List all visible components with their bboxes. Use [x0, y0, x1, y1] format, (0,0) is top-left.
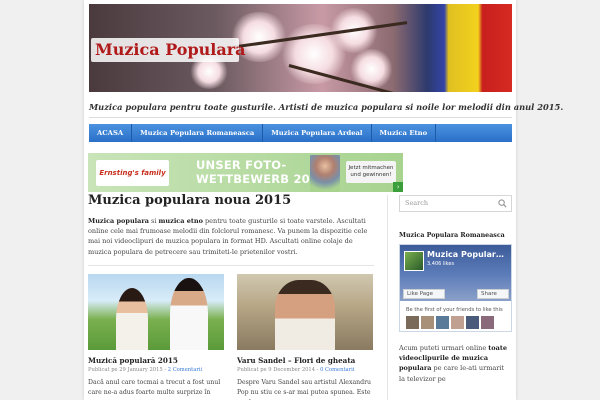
photo-figure	[116, 288, 148, 350]
ad-banner[interactable]: Ernsting's family UNSER FOTO- WETTBEWERB…	[88, 153, 403, 192]
sidebar-divider	[387, 195, 388, 400]
nav-item-muzica-etno[interactable]: Muzica Etno	[372, 124, 437, 142]
fb-friend-avatar[interactable]	[436, 316, 449, 329]
fb-friends-text: Be the first of your friends to like thi…	[406, 307, 503, 313]
search-placeholder: Search	[405, 199, 429, 207]
fb-share-button[interactable]: Share	[477, 289, 509, 299]
comments-link[interactable]: 2 Comentarii	[168, 367, 202, 373]
sidebar-text: Acum puteti urmari online toate videocli…	[399, 343, 512, 384]
fb-page-name[interactable]: Muzica Popular…	[427, 250, 504, 259]
ad-logo: Ernsting's family	[96, 160, 169, 186]
nav-item-muzica-populara-ardeal[interactable]: Muzica Populara Ardeal	[263, 124, 372, 142]
fb-likes-count: 3,406 likes	[427, 261, 455, 267]
nav-item-acasa[interactable]: ACASA	[89, 124, 133, 142]
post-meta: Publicat pe 9 December 2014 - 0 Comentar…	[237, 367, 354, 373]
divider	[88, 265, 374, 266]
intro-keyword-muzica-etno[interactable]: muzica etno	[159, 217, 203, 225]
fb-like-button[interactable]: Like Page	[403, 289, 445, 299]
post-thumbnail[interactable]	[88, 274, 224, 350]
photo-figure	[275, 280, 335, 350]
main-nav: ACASA Muzica Populara Romaneasca Muzica …	[89, 124, 512, 142]
ad-cta-line2: und gewinnen!	[350, 172, 392, 178]
post-excerpt: Dacă anul care tocmai a trecut a fost un…	[88, 379, 221, 400]
ad-headline: UNSER FOTO- WETTBEWERB 2016	[196, 158, 326, 186]
post-meta: Publicat pe 29 January 2015 - 2 Comentar…	[88, 367, 202, 373]
post-date: Publicat pe 29 January 2015 -	[88, 367, 168, 373]
facebook-widget[interactable]: Muzica Popular… 3,406 likes Like Page Sh…	[399, 244, 512, 332]
fb-friend-avatar[interactable]	[406, 316, 419, 329]
chevron-right-icon[interactable]: ›	[393, 182, 403, 192]
intro-keyword-muzica-populara[interactable]: Muzica populara	[88, 217, 149, 225]
page-title: Muzica populara noua 2015	[88, 193, 292, 208]
post-thumbnail[interactable]	[237, 274, 373, 350]
sidebar-text-part: Acum puteti urmari online	[399, 344, 489, 352]
site-tagline: Muzica populara pentru toate gusturile. …	[89, 102, 564, 112]
post-title-link[interactable]: Muzică populară 2015	[88, 356, 178, 365]
search-input[interactable]: Search	[399, 195, 512, 212]
fb-friend-avatar[interactable]	[451, 316, 464, 329]
ad-photo	[310, 155, 340, 192]
post-title-link[interactable]: Varu Sandel – Flori de gheata	[237, 356, 355, 365]
site-title[interactable]: Muzica Populara	[91, 38, 246, 62]
ad-cta-line1: Jetzt mitmachen	[348, 165, 394, 171]
ad-headline-line2: WETTBEWERB 2016	[196, 172, 327, 186]
fb-friend-avatar[interactable]	[466, 316, 479, 329]
ad-cta-button[interactable]: Jetzt mitmachen und gewinnen!	[346, 161, 396, 183]
photo-figure	[170, 278, 208, 350]
intro-text: si	[148, 217, 159, 225]
nav-item-muzica-populara-romaneasca[interactable]: Muzica Populara Romaneasca	[132, 124, 264, 142]
comments-link[interactable]: 0 Comentarii	[320, 367, 354, 373]
ad-headline-line1: UNSER FOTO-	[196, 158, 287, 172]
intro-paragraph: Muzica populara si muzica etno pentru to…	[88, 216, 374, 257]
fb-faces-row	[406, 316, 494, 329]
fb-friend-avatar[interactable]	[421, 316, 434, 329]
fb-friend-avatar[interactable]	[481, 316, 494, 329]
post-excerpt: Despre Varu Sandel sau artistul Alexandr…	[237, 379, 372, 400]
widget-title: Muzica Populara Romaneasca	[399, 232, 505, 239]
fb-page-avatar[interactable]	[404, 251, 424, 271]
search-icon[interactable]	[498, 199, 507, 208]
post-date: Publicat pe 9 December 2014 -	[237, 367, 321, 373]
divider	[89, 117, 512, 118]
